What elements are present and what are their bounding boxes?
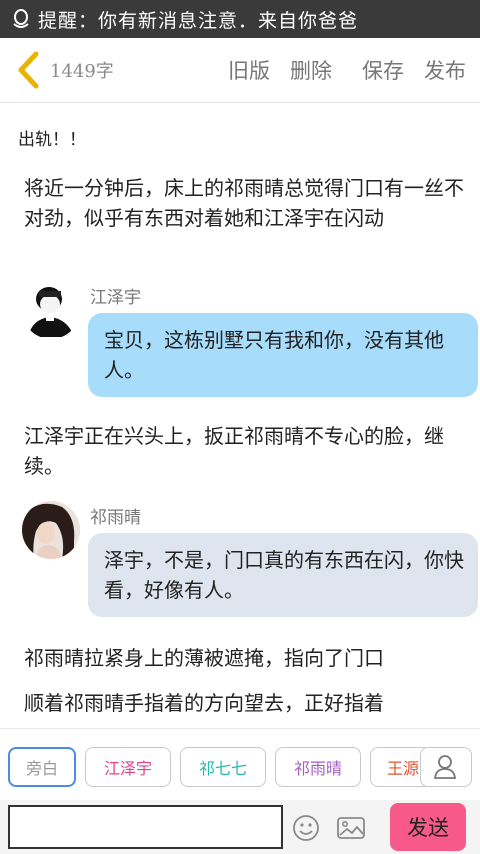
avatar	[22, 501, 80, 559]
role-chip-narrator[interactable]: 旁白	[8, 747, 76, 787]
editor-toolbar: 1449字 旧版 删除 保存 发布	[0, 38, 480, 103]
add-character-icon	[433, 755, 457, 779]
notification-text: 提醒：你有新消息注意．来自你爸爸	[38, 9, 359, 32]
image-button[interactable]	[335, 812, 367, 844]
role-selector: 旁白 江泽宇 祁七七 祁雨晴 王源	[0, 728, 480, 801]
role-label: 王源	[387, 759, 420, 778]
qq-icon	[10, 8, 32, 30]
input-bar: 发送	[0, 800, 480, 854]
narration-paragraph[interactable]: 将近一分钟后，床上的祁雨晴总觉得门口有一丝不对劲，似乎有东西对着她和江泽宇在闪动	[24, 173, 464, 233]
delete-button[interactable]: 删除	[290, 55, 332, 85]
chapter-title: 出轨！！	[18, 130, 86, 150]
character-name: 江泽宇	[90, 288, 141, 308]
dialogue-bubble[interactable]: 宝贝，这栋别墅只有我和你，没有其他人。	[88, 313, 478, 397]
send-button[interactable]: 发送	[390, 803, 466, 851]
add-character-button[interactable]	[420, 747, 472, 787]
image-icon	[337, 817, 365, 839]
avatar	[22, 281, 80, 339]
role-label: 祁七七	[198, 759, 247, 778]
dialogue-bubble[interactable]: 泽宇，不是，门口真的有东西在闪，你快看，好像有人。	[88, 533, 478, 617]
toolbar-actions: 旧版 删除 保存 发布	[208, 38, 466, 102]
role-label: 旁白	[25, 759, 58, 778]
publish-button[interactable]: 发布	[424, 55, 466, 85]
role-chip[interactable]: 江泽宇	[85, 747, 171, 787]
role-chip[interactable]: 祁七七	[180, 747, 266, 787]
emoji-icon	[293, 815, 319, 841]
message-input[interactable]	[8, 805, 283, 849]
back-arrow-icon	[18, 51, 39, 89]
character-name: 祁雨晴	[90, 508, 141, 528]
save-button[interactable]: 保存	[362, 55, 404, 85]
narration-paragraph[interactable]: 顺着祁雨晴手指着的方向望去，正好指着	[24, 688, 464, 718]
role-label: 祁雨晴	[293, 759, 342, 778]
status-bar: 提醒：你有新消息注意．来自你爸爸	[0, 0, 480, 38]
word-count: 1449字	[50, 61, 114, 82]
narration-paragraph[interactable]: 江泽宇正在兴头上，扳正祁雨晴不专心的脸，继续。	[24, 421, 464, 481]
back-button[interactable]	[10, 48, 46, 92]
old-version-button[interactable]: 旧版	[228, 55, 270, 85]
story-content: 出轨！！ 将近一分钟后，床上的祁雨晴总觉得门口有一丝不对劲，似乎有东西对着她和江…	[0, 103, 480, 728]
emoji-button[interactable]	[290, 812, 322, 844]
role-label: 江泽宇	[103, 759, 152, 778]
narration-paragraph[interactable]: 祁雨晴拉紧身上的薄被遮掩，指向了门口	[24, 643, 464, 673]
role-chip[interactable]: 祁雨晴	[275, 747, 361, 787]
